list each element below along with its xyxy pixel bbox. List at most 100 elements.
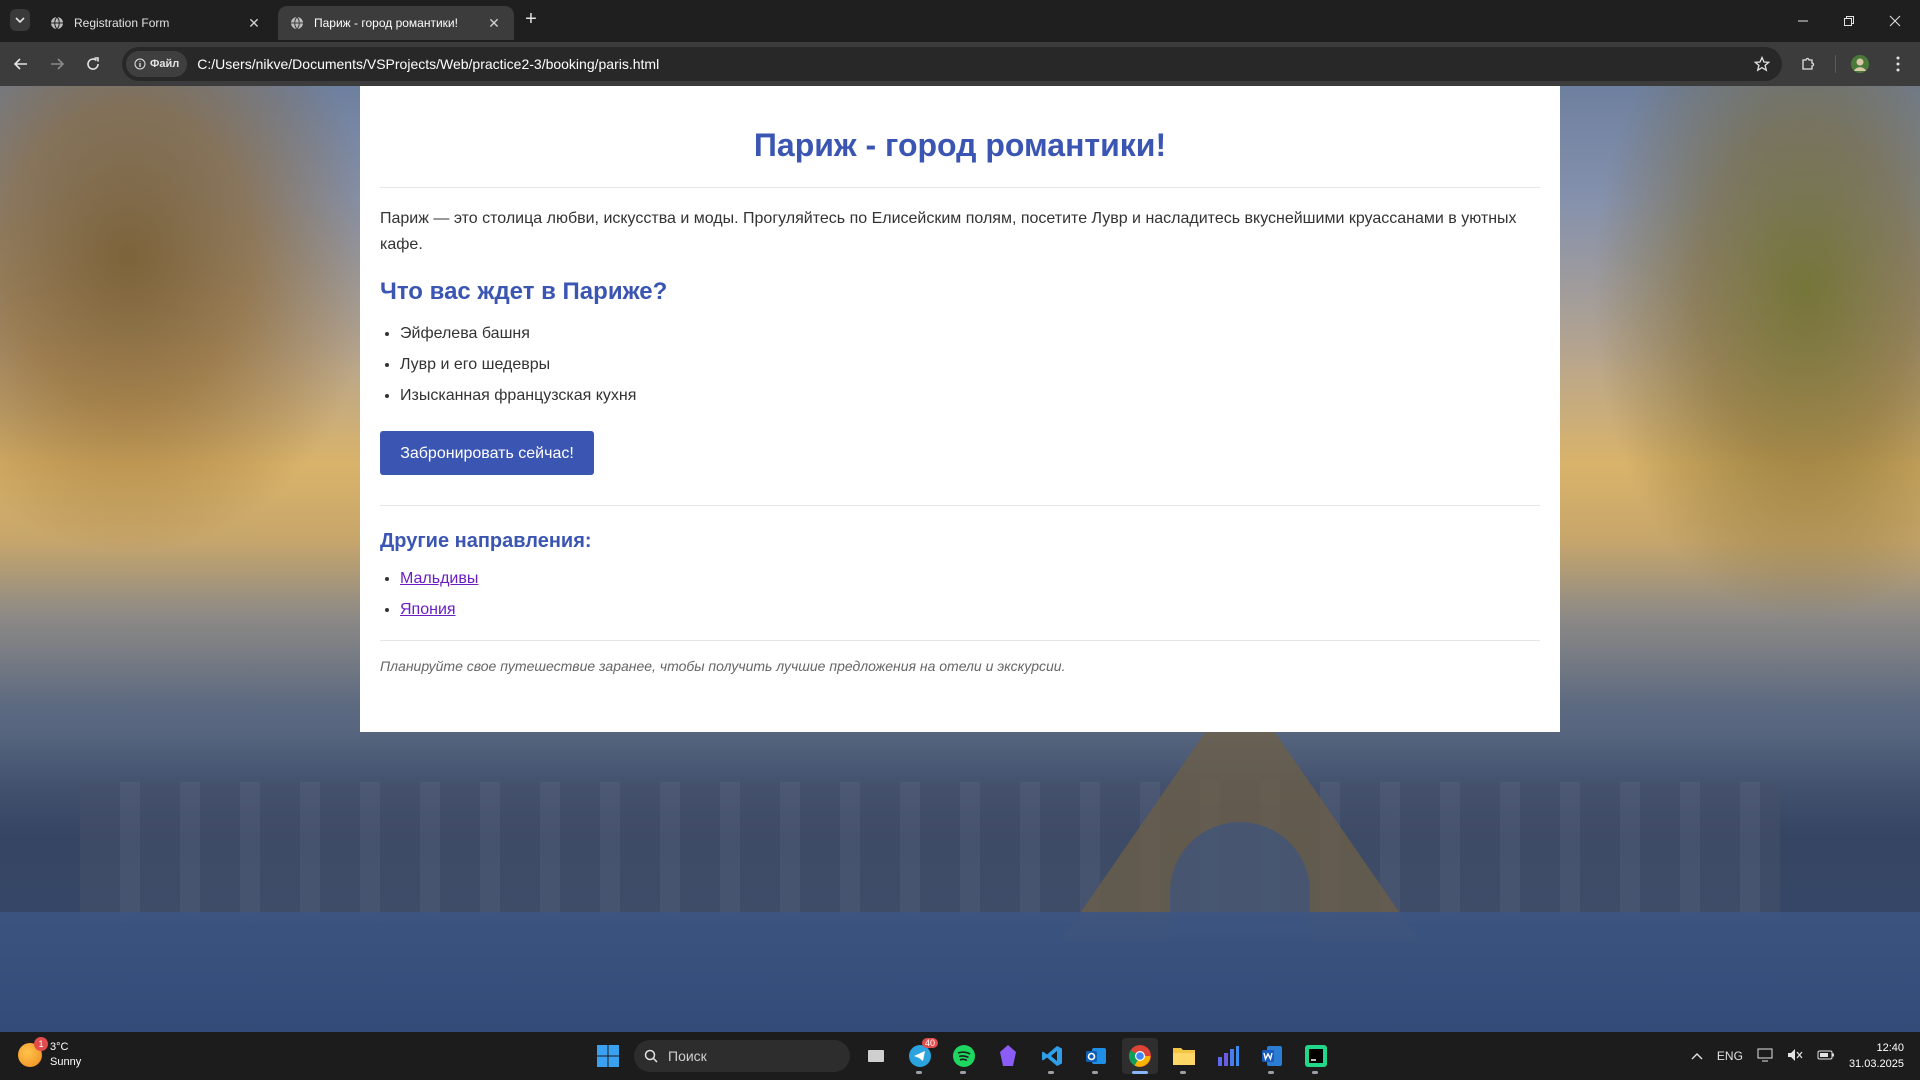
spotify-app[interactable]	[946, 1038, 982, 1074]
restore-button[interactable]	[1836, 8, 1862, 34]
close-icon	[1889, 15, 1901, 27]
intro-text: Париж — это столица любви, искусства и м…	[380, 210, 1517, 253]
profile-button[interactable]	[1847, 51, 1873, 77]
obsidian-icon	[1000, 1045, 1016, 1066]
stats-app[interactable]	[1210, 1038, 1246, 1074]
minimize-icon	[1798, 20, 1808, 22]
volume-muted-icon[interactable]	[1787, 1048, 1803, 1065]
back-button[interactable]	[8, 51, 34, 77]
reload-icon	[87, 57, 99, 70]
word-icon	[1262, 1046, 1282, 1066]
reload-button[interactable]	[80, 51, 106, 77]
destinations-list: Мальдивы Япония	[380, 569, 1540, 620]
avatar	[1851, 55, 1869, 73]
taskbar-apps: Поиск 40	[590, 1038, 1334, 1074]
close-window-button[interactable]	[1882, 8, 1908, 34]
extensions-button[interactable]	[1795, 51, 1821, 77]
vscode-app[interactable]	[1034, 1038, 1070, 1074]
notification-badge: 40	[921, 1038, 938, 1048]
url-text[interactable]: C:/Users/nikve/Documents/VSProjects/Web/…	[197, 56, 659, 72]
notification-badge: 1	[34, 1037, 48, 1051]
start-button[interactable]	[590, 1038, 626, 1074]
pycharm-app[interactable]	[1298, 1038, 1334, 1074]
list-item: Эйфелева башня	[400, 324, 1540, 344]
close-icon[interactable]: ✕	[486, 15, 502, 32]
list-item: Лувр и его шедевры	[400, 355, 1540, 375]
footnote: Планируйте свое путешествие заранее, что…	[380, 658, 1066, 674]
tab-search-button[interactable]	[10, 9, 30, 31]
toolbar-divider	[1835, 55, 1836, 73]
obsidian-app[interactable]	[990, 1038, 1026, 1074]
spotify-icon	[953, 1045, 975, 1067]
more-vert-icon	[1896, 56, 1900, 72]
vscode-icon	[1042, 1046, 1062, 1066]
info-icon	[134, 58, 146, 70]
close-icon[interactable]: ✕	[246, 15, 262, 32]
site-info-chip[interactable]: Файл	[126, 51, 188, 77]
language-indicator[interactable]: ENG	[1717, 1049, 1743, 1063]
weather-desc: Sunny	[50, 1056, 82, 1068]
minimize-button[interactable]	[1790, 8, 1816, 34]
section-title: Что вас ждет в Париже?	[380, 278, 668, 305]
tab-paris[interactable]: Париж - город романтики! ✕	[278, 6, 514, 40]
browser-toolbar: Файл C:/Users/nikve/Documents/VSProjects…	[0, 42, 1920, 86]
divider	[380, 505, 1540, 506]
clock[interactable]: 12:40 31.03.2025	[1849, 1040, 1904, 1072]
clock-time: 12:40	[1876, 1042, 1904, 1054]
system-tray: ENG 12:40 31.03.2025	[1691, 1032, 1920, 1080]
page-viewport: Париж - город романтики! Париж — это сто…	[0, 86, 1920, 1032]
new-tab-button[interactable]: +	[520, 9, 542, 31]
globe-icon	[291, 16, 303, 30]
puzzle-icon	[1802, 57, 1815, 70]
sun-icon: 1	[18, 1037, 48, 1067]
divider	[380, 187, 1540, 188]
browser-tabbar: Registration Form ✕ Париж - город романт…	[0, 0, 1920, 42]
chevron-up-icon[interactable]	[1691, 1049, 1703, 1063]
other-destinations-title: Другие направления:	[380, 530, 592, 552]
arrow-right-icon	[51, 58, 65, 70]
task-view-icon	[868, 1050, 884, 1062]
taskbar: 1 3°C Sunny Поиск 40 ENG 12:40 31.03.202…	[0, 1032, 1920, 1080]
network-icon[interactable]	[1757, 1048, 1773, 1065]
chrome-app[interactable]	[1122, 1038, 1158, 1074]
list-item: Изысканная французская кухня	[400, 386, 1540, 406]
chevron-down-icon	[15, 17, 25, 24]
page-title: Париж - город романтики!	[753, 127, 1167, 163]
word-app[interactable]	[1254, 1038, 1290, 1074]
menu-button[interactable]	[1885, 51, 1911, 77]
clock-date: 31.03.2025	[1848, 1058, 1904, 1070]
globe-icon	[51, 16, 63, 30]
bookmark-button[interactable]	[1750, 52, 1774, 76]
search-icon	[644, 1049, 658, 1063]
outlook-app[interactable]	[1078, 1038, 1114, 1074]
list-item: Япония	[400, 600, 1540, 620]
book-now-button[interactable]: Забронировать сейчас!	[380, 431, 594, 475]
bar-chart-icon	[1218, 1046, 1239, 1066]
chrome-icon	[1129, 1045, 1151, 1067]
destination-link-maldives[interactable]: Мальдивы	[400, 570, 478, 587]
pycharm-icon	[1305, 1045, 1327, 1067]
star-icon	[1754, 56, 1770, 72]
forward-button[interactable]	[44, 51, 70, 77]
tab-registration-form[interactable]: Registration Form ✕	[38, 6, 274, 40]
file-explorer-app[interactable]	[1166, 1038, 1202, 1074]
content-card: Париж - город романтики! Париж — это сто…	[360, 86, 1560, 732]
destination-link-japan[interactable]: Япония	[400, 601, 456, 618]
list-item: Мальдивы	[400, 569, 1540, 589]
task-view-button[interactable]	[858, 1038, 894, 1074]
tab-label: Париж - город романтики!	[314, 16, 458, 30]
weather-widget[interactable]: 1 3°C Sunny	[18, 1037, 82, 1070]
divider	[380, 640, 1540, 641]
restore-icon	[1844, 16, 1854, 26]
weather-temp: 3°C	[50, 1041, 69, 1053]
arrow-left-icon	[13, 58, 27, 70]
features-list: Эйфелева башня Лувр и его шедевры Изыска…	[380, 324, 1540, 406]
telegram-app[interactable]: 40	[902, 1038, 938, 1074]
outlook-icon	[1086, 1048, 1106, 1064]
address-bar[interactable]: Файл C:/Users/nikve/Documents/VSProjects…	[122, 47, 1782, 81]
folder-icon	[1173, 1048, 1195, 1065]
tab-label: Registration Form	[74, 16, 170, 30]
taskbar-search[interactable]: Поиск	[634, 1040, 850, 1072]
search-placeholder: Поиск	[668, 1048, 707, 1064]
battery-icon[interactable]	[1817, 1049, 1835, 1064]
